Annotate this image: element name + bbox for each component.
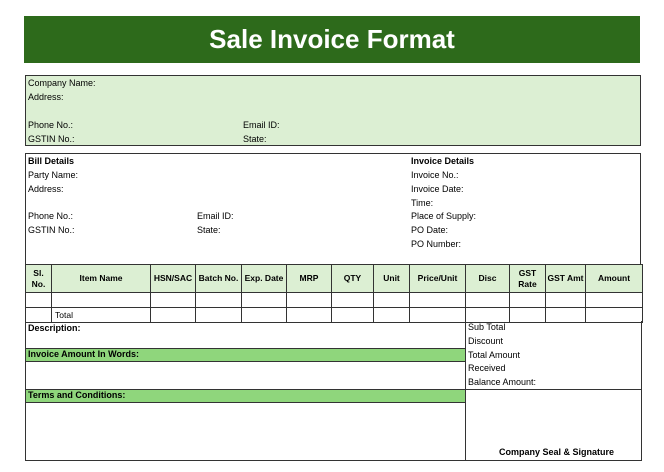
summary-section: Sub Total Discount Total Amount Received… — [465, 321, 642, 461]
col-header-amount: Amount — [585, 264, 643, 293]
col-header-disc: Disc — [465, 264, 510, 293]
company-address-label: Address: — [28, 92, 64, 102]
po-date-label: PO Date: — [411, 225, 449, 235]
bill-email-label: Email ID: — [197, 211, 234, 221]
place-of-supply-label: Place of Supply: — [411, 211, 477, 221]
col-header-hsn-sac: HSN/SAC — [150, 264, 196, 293]
company-name-label: Company Name: — [28, 78, 96, 88]
summary-divider — [466, 389, 642, 390]
company-phone-label: Phone No.: — [28, 120, 74, 130]
balance-amount-label: Balance Amount: — [468, 377, 537, 387]
company-section: Company Name: Address: Phone No.: GSTIN … — [25, 75, 641, 146]
cell-gst-amt[interactable] — [545, 292, 586, 308]
terms-bar: Terms and Conditions: — [26, 389, 466, 403]
col-header-gst-amt: GST Amt — [545, 264, 586, 293]
cell-amount[interactable] — [585, 292, 643, 308]
col-header-exp-date: Exp. Date — [241, 264, 287, 293]
bill-details-heading: Bill Details — [28, 156, 75, 166]
table-header-row: Sl. No. Item Name HSN/SAC Batch No. Exp.… — [25, 264, 643, 293]
cell-disc[interactable] — [465, 292, 510, 308]
po-number-label: PO Number: — [411, 239, 462, 249]
col-header-item-name: Item Name — [51, 264, 151, 293]
col-header-qty: QTY — [331, 264, 374, 293]
cell-qty[interactable] — [331, 292, 374, 308]
amount-in-words-bar: Invoice Amount In Words: — [26, 348, 466, 362]
received-label: Received — [468, 363, 506, 373]
cell-unit[interactable] — [373, 292, 410, 308]
cell-exp-date[interactable] — [241, 292, 287, 308]
terms-label: Terms and Conditions: — [28, 390, 126, 400]
invoice-time-label: Time: — [411, 198, 434, 208]
col-header-mrp: MRP — [286, 264, 332, 293]
company-gstin-label: GSTIN No.: — [28, 134, 75, 144]
col-header-sl-no: Sl. No. — [25, 264, 52, 293]
col-header-price-unit: Price/Unit — [409, 264, 466, 293]
company-seal-signature-label: Company Seal & Signature — [499, 447, 615, 457]
col-header-unit: Unit — [373, 264, 410, 293]
invoice-details-heading: Invoice Details — [411, 156, 475, 166]
items-table: Sl. No. Item Name HSN/SAC Batch No. Exp.… — [25, 264, 643, 323]
cell-mrp[interactable] — [286, 292, 332, 308]
invoice-no-label: Invoice No.: — [411, 170, 459, 180]
cell-price-unit[interactable] — [409, 292, 466, 308]
bill-gstin-label: GSTIN No.: — [28, 225, 75, 235]
bill-phone-label: Phone No.: — [28, 211, 74, 221]
bill-address-label: Address: — [28, 184, 64, 194]
company-email-label: Email ID: — [243, 120, 280, 130]
table-row — [25, 292, 643, 308]
notes-section: Description: Invoice Amount In Words: Te… — [25, 321, 466, 461]
cell-batch-no[interactable] — [195, 292, 242, 308]
invoice-date-label: Invoice Date: — [411, 184, 464, 194]
cell-sl-no[interactable] — [25, 292, 52, 308]
company-state-label: State: — [243, 134, 267, 144]
page-title: Sale Invoice Format — [24, 16, 640, 63]
bill-state-label: State: — [197, 225, 221, 235]
bill-details-section: Bill Details Party Name: Address: Phone … — [25, 153, 641, 265]
cell-gst-rate[interactable] — [509, 292, 546, 308]
cell-hsn-sac[interactable] — [150, 292, 196, 308]
cell-item-name[interactable] — [51, 292, 151, 308]
party-name-label: Party Name: — [28, 170, 79, 180]
col-header-gst-rate: GST Rate — [509, 264, 546, 293]
col-header-batch-no: Batch No. — [195, 264, 242, 293]
sub-total-label: Sub Total — [468, 322, 506, 332]
discount-label: Discount — [468, 336, 504, 346]
total-amount-label: Total Amount — [468, 350, 521, 360]
description-label: Description: — [28, 323, 81, 333]
amount-in-words-label: Invoice Amount In Words: — [28, 349, 140, 359]
